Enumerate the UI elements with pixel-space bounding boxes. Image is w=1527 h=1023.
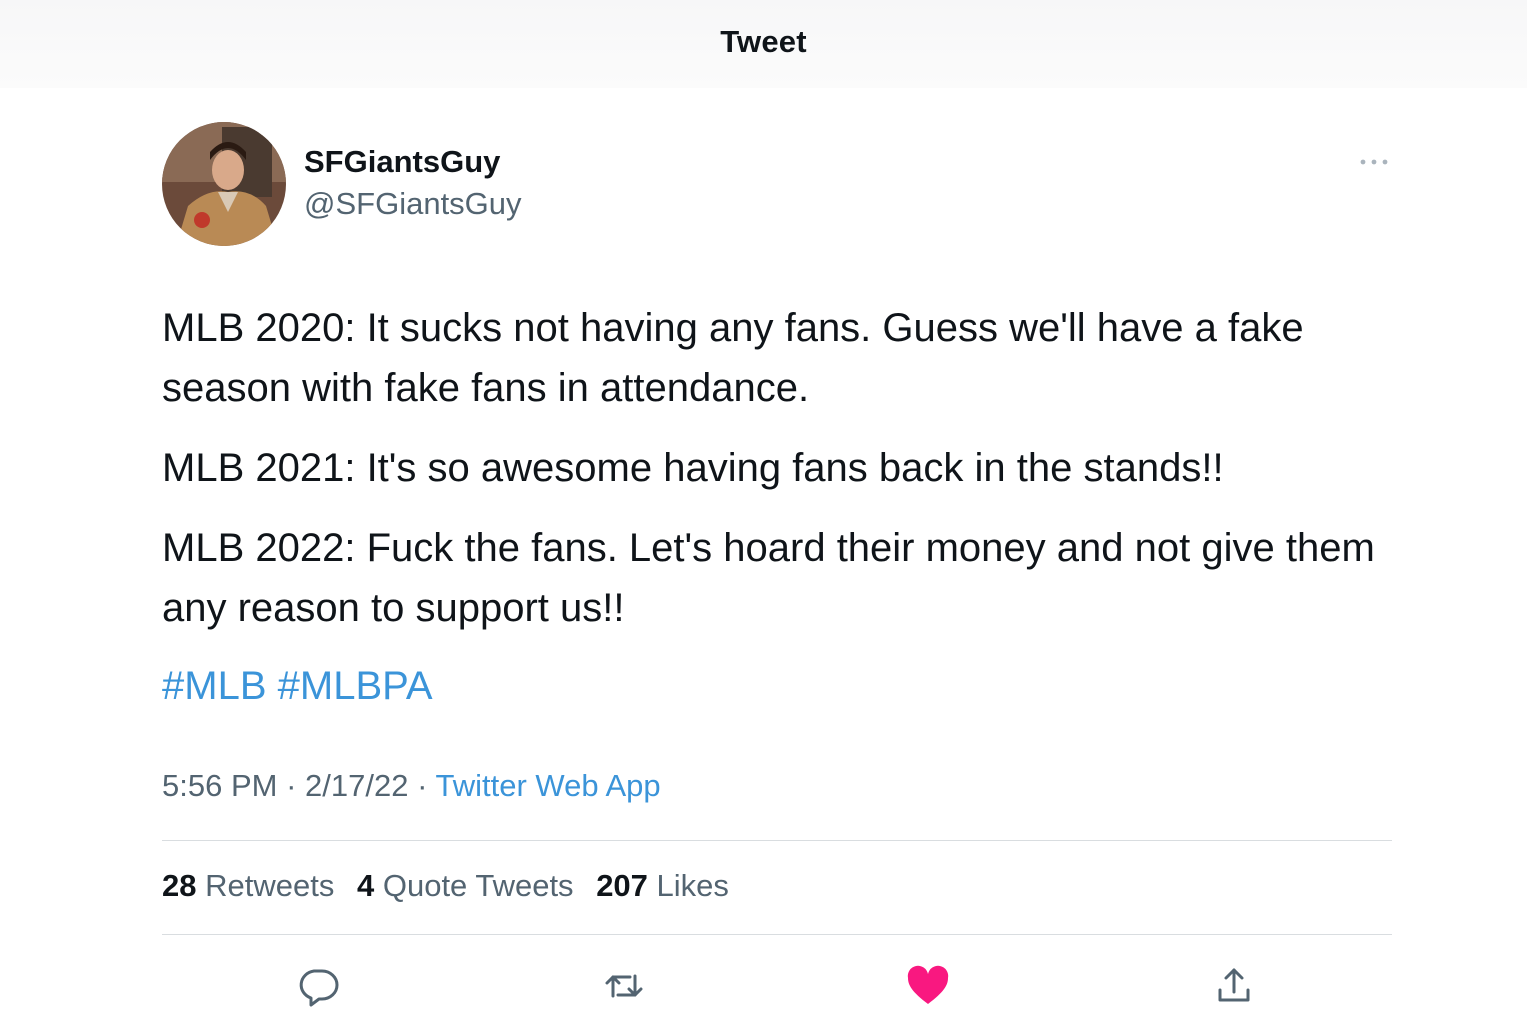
retweets-label: Retweets bbox=[205, 868, 335, 903]
more-options-icon[interactable] bbox=[1356, 150, 1392, 174]
quote-tweets-count: 4 bbox=[356, 868, 375, 903]
tweet-paragraph: MLB 2020: It sucks not having any fans. … bbox=[162, 306, 1304, 410]
likes-count: 207 bbox=[596, 868, 648, 903]
tweet-paragraph: MLB 2021: It's so awesome having fans ba… bbox=[162, 446, 1224, 490]
user-handle[interactable]: @SFGiantsGuy bbox=[304, 186, 522, 222]
hashtag-link[interactable]: #MLBPA bbox=[278, 664, 433, 708]
retweet-icon[interactable] bbox=[600, 962, 648, 1010]
tweet-time[interactable]: 5:56 PM bbox=[162, 768, 277, 803]
quote-tweets-stat[interactable]: 4 Quote Tweets bbox=[357, 868, 574, 904]
tweet-meta: 5:56 PM · 2/17/22 · Twitter Web App bbox=[162, 768, 661, 804]
divider bbox=[162, 840, 1392, 841]
display-name[interactable]: SFGiantsGuy bbox=[304, 144, 500, 180]
avatar[interactable] bbox=[162, 122, 286, 246]
tweet-stats: 28 Retweets 4 Quote Tweets 207 Likes bbox=[162, 868, 743, 904]
hashtags: #MLB #MLBPA bbox=[162, 656, 433, 716]
hashtag-link[interactable]: #MLB bbox=[162, 664, 267, 708]
reply-icon[interactable] bbox=[294, 962, 342, 1010]
retweets-stat[interactable]: 28 Retweets bbox=[162, 868, 334, 904]
tweet-source-link[interactable]: Twitter Web App bbox=[435, 768, 660, 803]
meta-separator: · bbox=[417, 768, 428, 803]
heart-icon[interactable] bbox=[904, 962, 952, 1010]
top-bar: Tweet bbox=[0, 0, 1527, 88]
share-icon[interactable] bbox=[1210, 962, 1258, 1010]
meta-separator: · bbox=[286, 768, 297, 803]
tweet-paragraph: MLB 2022: Fuck the fans. Let's hoard the… bbox=[162, 526, 1375, 630]
divider bbox=[162, 934, 1392, 935]
likes-stat[interactable]: 207 Likes bbox=[596, 868, 729, 904]
page-title: Tweet bbox=[720, 24, 807, 59]
tweet-date[interactable]: 2/17/22 bbox=[305, 768, 408, 803]
likes-label: Likes bbox=[656, 868, 729, 903]
quote-tweets-label: Quote Tweets bbox=[382, 868, 574, 903]
retweets-count: 28 bbox=[162, 868, 197, 903]
